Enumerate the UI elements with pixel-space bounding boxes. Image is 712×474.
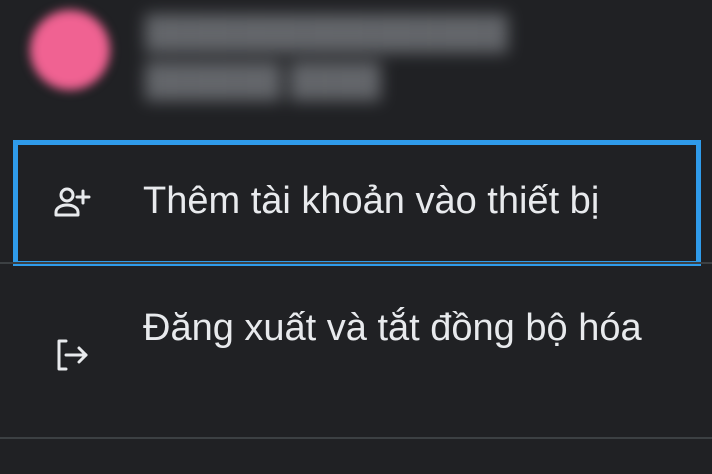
account-header[interactable]: ████████████████ ██████ ████ <box>0 0 712 110</box>
account-email-blurred: ████████████████ ██████ ████ <box>145 14 508 98</box>
menu-divider-bottom <box>0 437 712 439</box>
person-add-icon <box>52 183 92 223</box>
sign-out-label: Đăng xuất và tắt đồng bộ hóa <box>143 307 642 349</box>
sign-out-icon <box>52 335 92 375</box>
sign-out-menu-item[interactable]: Đăng xuất và tắt đồng bộ hóa <box>0 262 712 437</box>
account-avatar <box>30 10 110 90</box>
add-account-label: Thêm tài khoản vào thiết bị <box>143 180 600 222</box>
add-account-menu-item[interactable]: Thêm tài khoản vào thiết bị <box>0 143 712 260</box>
